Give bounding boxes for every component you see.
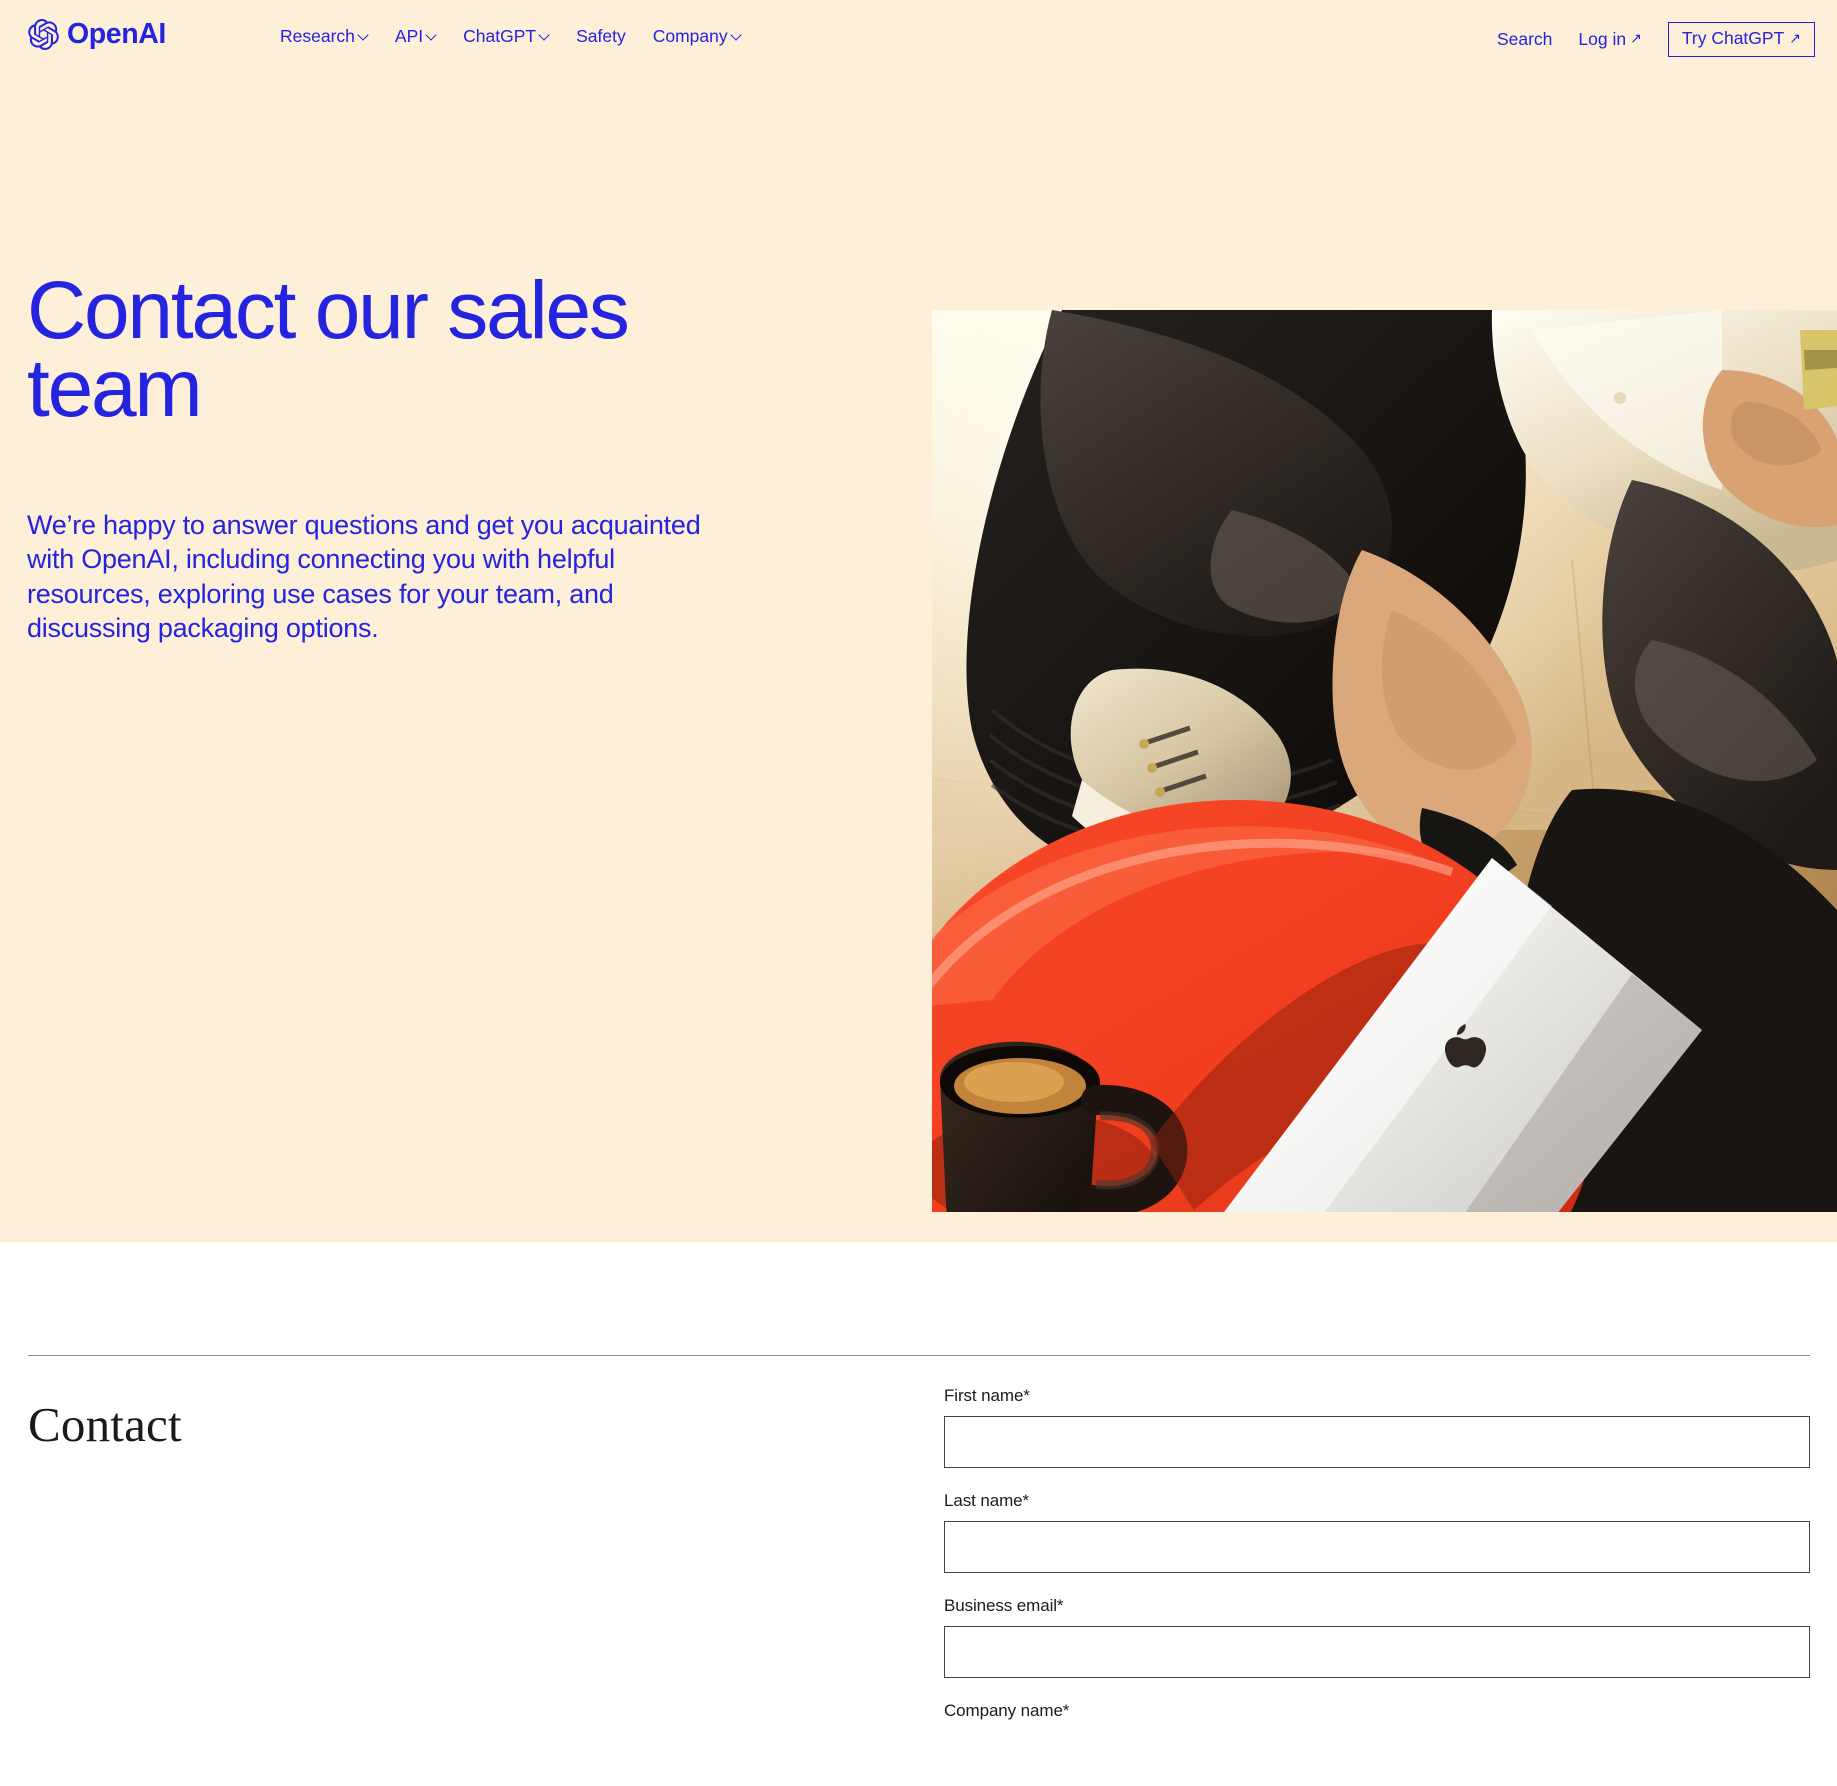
nav-item-company[interactable]: Company [652,26,741,46]
field-business-email: Business email* [944,1595,1810,1679]
main-navigation: OpenAI Research API ChatGPT Safety Compa… [0,0,1837,80]
openai-logo-link[interactable]: OpenAI [28,19,166,50]
chevron-down-icon [359,31,368,40]
chevron-down-icon [540,31,549,40]
hero-image [932,310,1837,1212]
hero-section: OpenAI Research API ChatGPT Safety Compa… [0,0,1837,1242]
last-name-input[interactable] [944,1521,1810,1574]
contact-section: Contact First name* Last name* Business … [0,1242,1837,1786]
page-title: Contact our sales team [27,265,630,434]
business-email-input[interactable] [944,1626,1810,1679]
business-email-label: Business email* [944,1596,1064,1616]
chevron-down-icon [732,31,741,40]
field-company-name: Company name* [944,1700,1810,1722]
login-link[interactable]: Log in ↗ [1578,28,1642,49]
field-first-name: First name* [944,1385,1810,1469]
try-chatgpt-label: Try ChatGPT [1681,28,1785,48]
login-label: Log in [1578,28,1627,49]
nav-item-api[interactable]: API [394,26,436,46]
external-link-arrow-icon: ↗ [1789,29,1801,46]
nav-item-research[interactable]: Research [280,26,368,46]
hero-subtitle: We’re happy to answer questions and get … [27,510,701,643]
contact-heading: Contact [28,1397,182,1452]
nav-item-company-label: Company [652,26,728,46]
nav-item-safety-label: Safety [576,26,626,46]
search-label: Search [1496,28,1553,49]
openai-logo-icon [28,19,59,50]
external-link-arrow-icon: ↗ [1630,30,1642,47]
first-name-label: First name* [944,1386,1030,1405]
chevron-down-icon [427,31,436,40]
contact-form: First name* Last name* Business email* C… [944,1385,1810,1744]
nav-item-api-label: API [394,26,424,46]
nav-item-research-label: Research [280,26,355,46]
nav-right-actions: Search Log in ↗ Try ChatGPT ↗ [1497,22,1815,57]
search-link[interactable]: Search [1496,28,1553,49]
page-root: OpenAI Research API ChatGPT Safety Compa… [0,0,1837,1786]
last-name-label: Last name* [944,1491,1029,1511]
field-last-name: Last name* [944,1490,1810,1574]
nav-item-safety[interactable]: Safety [576,26,626,46]
section-divider [28,1355,1810,1357]
nav-item-chatgpt[interactable]: ChatGPT [463,26,549,46]
company-name-label: Company name* [944,1701,1070,1721]
nav-item-chatgpt-label: ChatGPT [463,26,537,46]
nav-center-links: Research API ChatGPT Safety Company [280,26,741,46]
try-chatgpt-button[interactable]: Try ChatGPT ↗ [1667,22,1815,57]
brand-name: OpenAI [67,18,166,51]
first-name-input[interactable] [944,1416,1810,1469]
